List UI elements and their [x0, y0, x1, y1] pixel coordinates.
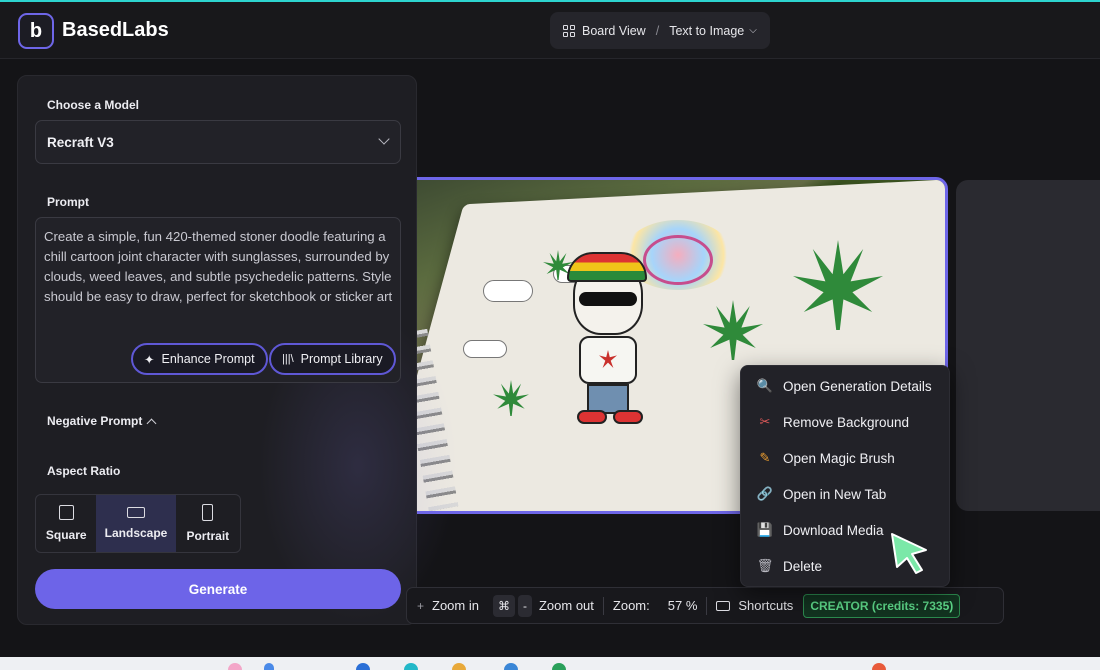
next-image-placeholder[interactable] — [956, 180, 1100, 511]
minus-key-icon: - — [517, 594, 532, 617]
prompt-library-label: Prompt Library — [300, 352, 383, 366]
prompt-label: Prompt — [47, 195, 89, 209]
brand-name: BasedLabs — [62, 19, 169, 41]
prompt-library-button[interactable]: |||\ Prompt Library — [269, 343, 396, 375]
cmd-key-icon: ⌘ — [492, 594, 515, 617]
menu-item-open-generation-details[interactable]: 🔍 Open Generation Details — [757, 376, 932, 396]
trash-icon: 🗑 — [756, 558, 774, 573]
zoom-label: Zoom: — [612, 598, 650, 613]
mouse-cursor-icon — [891, 533, 927, 574]
menu-item-open-in-new-tab[interactable]: 🔗 Open in New Tab — [757, 484, 886, 504]
generation-panel: Choose a Model Recraft V3 Prompt Create … — [17, 75, 458, 626]
chevron-down-icon[interactable]: ⌵ — [749, 25, 757, 36]
portrait-icon — [202, 504, 214, 521]
breadcrumb-mode-dropdown[interactable]: Text to Image — [669, 24, 744, 38]
pencil-icon: ✎ — [759, 450, 771, 465]
zoom-in-icon: + — [417, 598, 425, 613]
taskbar-app-icon[interactable] — [356, 663, 370, 670]
menu-item-download-media[interactable]: 💾 Download Media — [757, 520, 884, 540]
model-label: Choose a Model — [47, 98, 140, 112]
model-value: Recraft V3 — [47, 134, 114, 150]
negative-prompt-toggle[interactable]: Negative Prompt — [47, 414, 157, 428]
link-icon: 🔗 — [756, 486, 774, 501]
generate-button[interactable]: Generate — [35, 569, 401, 609]
taskbar-app-icon[interactable] — [404, 663, 418, 670]
zoom-in-button[interactable]: Zoom in — [432, 598, 479, 613]
chevron-down-icon — [378, 133, 390, 145]
app-header: b BasedLabs Board View / Text to Image ⌵ — [0, 2, 1100, 59]
keyboard-icon — [716, 600, 731, 611]
taskbar-app-icon[interactable] — [872, 663, 886, 670]
model-select[interactable]: Recraft V3 — [35, 120, 401, 164]
enhance-prompt-label: Enhance Prompt — [161, 352, 255, 366]
breadcrumb: Board View / Text to Image ⌵ — [550, 12, 770, 49]
zoom-out-button[interactable]: Zoom out — [539, 598, 594, 613]
menu-item-remove-background[interactable]: ✂ Remove Background — [757, 412, 910, 432]
taskbar-app-icon[interactable] — [452, 663, 466, 670]
taskbar-app-icon[interactable] — [504, 663, 518, 670]
sparkle-icon: ✦ — [144, 352, 155, 367]
taskbar-app-icon[interactable] — [228, 663, 242, 670]
floppy-icon: 💾 — [756, 522, 774, 537]
breadcrumb-board-view[interactable]: Board View — [582, 24, 646, 38]
menu-item-open-magic-brush[interactable]: ✎ Open Magic Brush — [757, 448, 895, 468]
aspect-ratio-label: Aspect Ratio — [47, 464, 121, 478]
prompt-text[interactable]: Create a simple, fun 420-themed stoner d… — [44, 227, 394, 307]
aspect-square-option[interactable]: Square — [36, 495, 96, 552]
canvas-toolbar: + Zoom in ⌘ - Zoom out Zoom: 57 % Shortc… — [406, 587, 1004, 624]
prompt-textarea[interactable]: Create a simple, fun 420-themed stoner d… — [35, 217, 401, 383]
enhance-prompt-button[interactable]: ✦ Enhance Prompt — [131, 343, 268, 375]
aspect-landscape-option[interactable]: Landscape — [96, 495, 176, 552]
negative-prompt-label: Negative Prompt — [47, 414, 143, 428]
taskbar-app-icon[interactable] — [264, 663, 274, 670]
aspect-ratio-selector: Square Landscape Portrait — [35, 494, 241, 553]
taskbar-app-icon[interactable] — [552, 663, 566, 670]
zoom-value: 57 % — [667, 598, 698, 613]
os-taskbar — [0, 657, 1100, 670]
square-icon — [58, 505, 74, 520]
chevron-up-icon — [146, 418, 157, 428]
logo[interactable]: b — [18, 13, 54, 49]
menu-item-delete[interactable]: 🗑 Delete — [757, 556, 822, 576]
board-grid-icon — [563, 24, 575, 37]
breadcrumb-separator: / — [655, 23, 660, 38]
credits-badge[interactable]: CREATOR (credits: 7335) — [803, 593, 961, 618]
magnifier-icon: 🔍 — [756, 378, 774, 393]
landscape-icon — [127, 507, 146, 518]
shortcuts-button[interactable]: Shortcuts — [738, 598, 793, 613]
scissors-icon: ✂ — [759, 414, 771, 429]
aspect-portrait-option[interactable]: Portrait — [176, 495, 240, 552]
library-icon: |||\ — [282, 353, 294, 365]
